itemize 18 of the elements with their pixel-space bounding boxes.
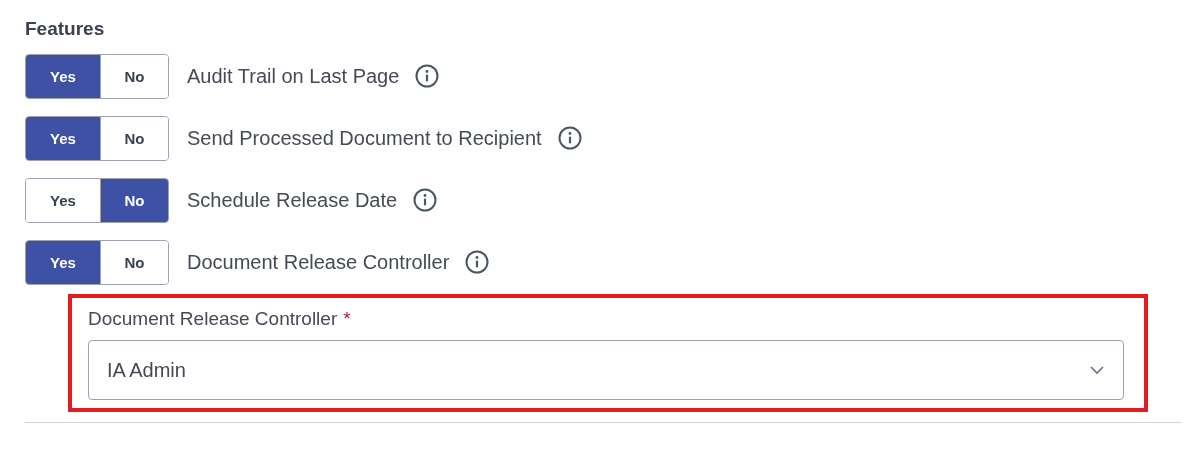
feature-label: Document Release Controller [187,250,450,274]
toggle-option[interactable]: No [101,178,168,222]
feature-label: Audit Trail on Last Page [187,64,400,88]
toggle-option[interactable]: Yes [26,54,101,98]
controller-dropdown[interactable]: IA Admin [88,340,1124,400]
info-icon[interactable] [413,188,438,212]
section-title: Features [25,18,106,40]
toggle-option[interactable]: Yes [26,116,101,160]
toggle-option[interactable]: Yes [26,240,101,284]
field-label: Document Release Controller [88,308,338,329]
info-icon[interactable] [557,126,582,150]
info-icon[interactable] [415,64,440,88]
info-icon[interactable] [465,250,490,274]
required-mark: * [343,308,351,329]
feature-label: Send Processed Document to Recipient [187,126,542,150]
feature-label: Schedule Release Date [187,188,398,212]
toggle-option[interactable]: Yes [26,178,101,222]
chevron-down-icon [1089,365,1105,375]
